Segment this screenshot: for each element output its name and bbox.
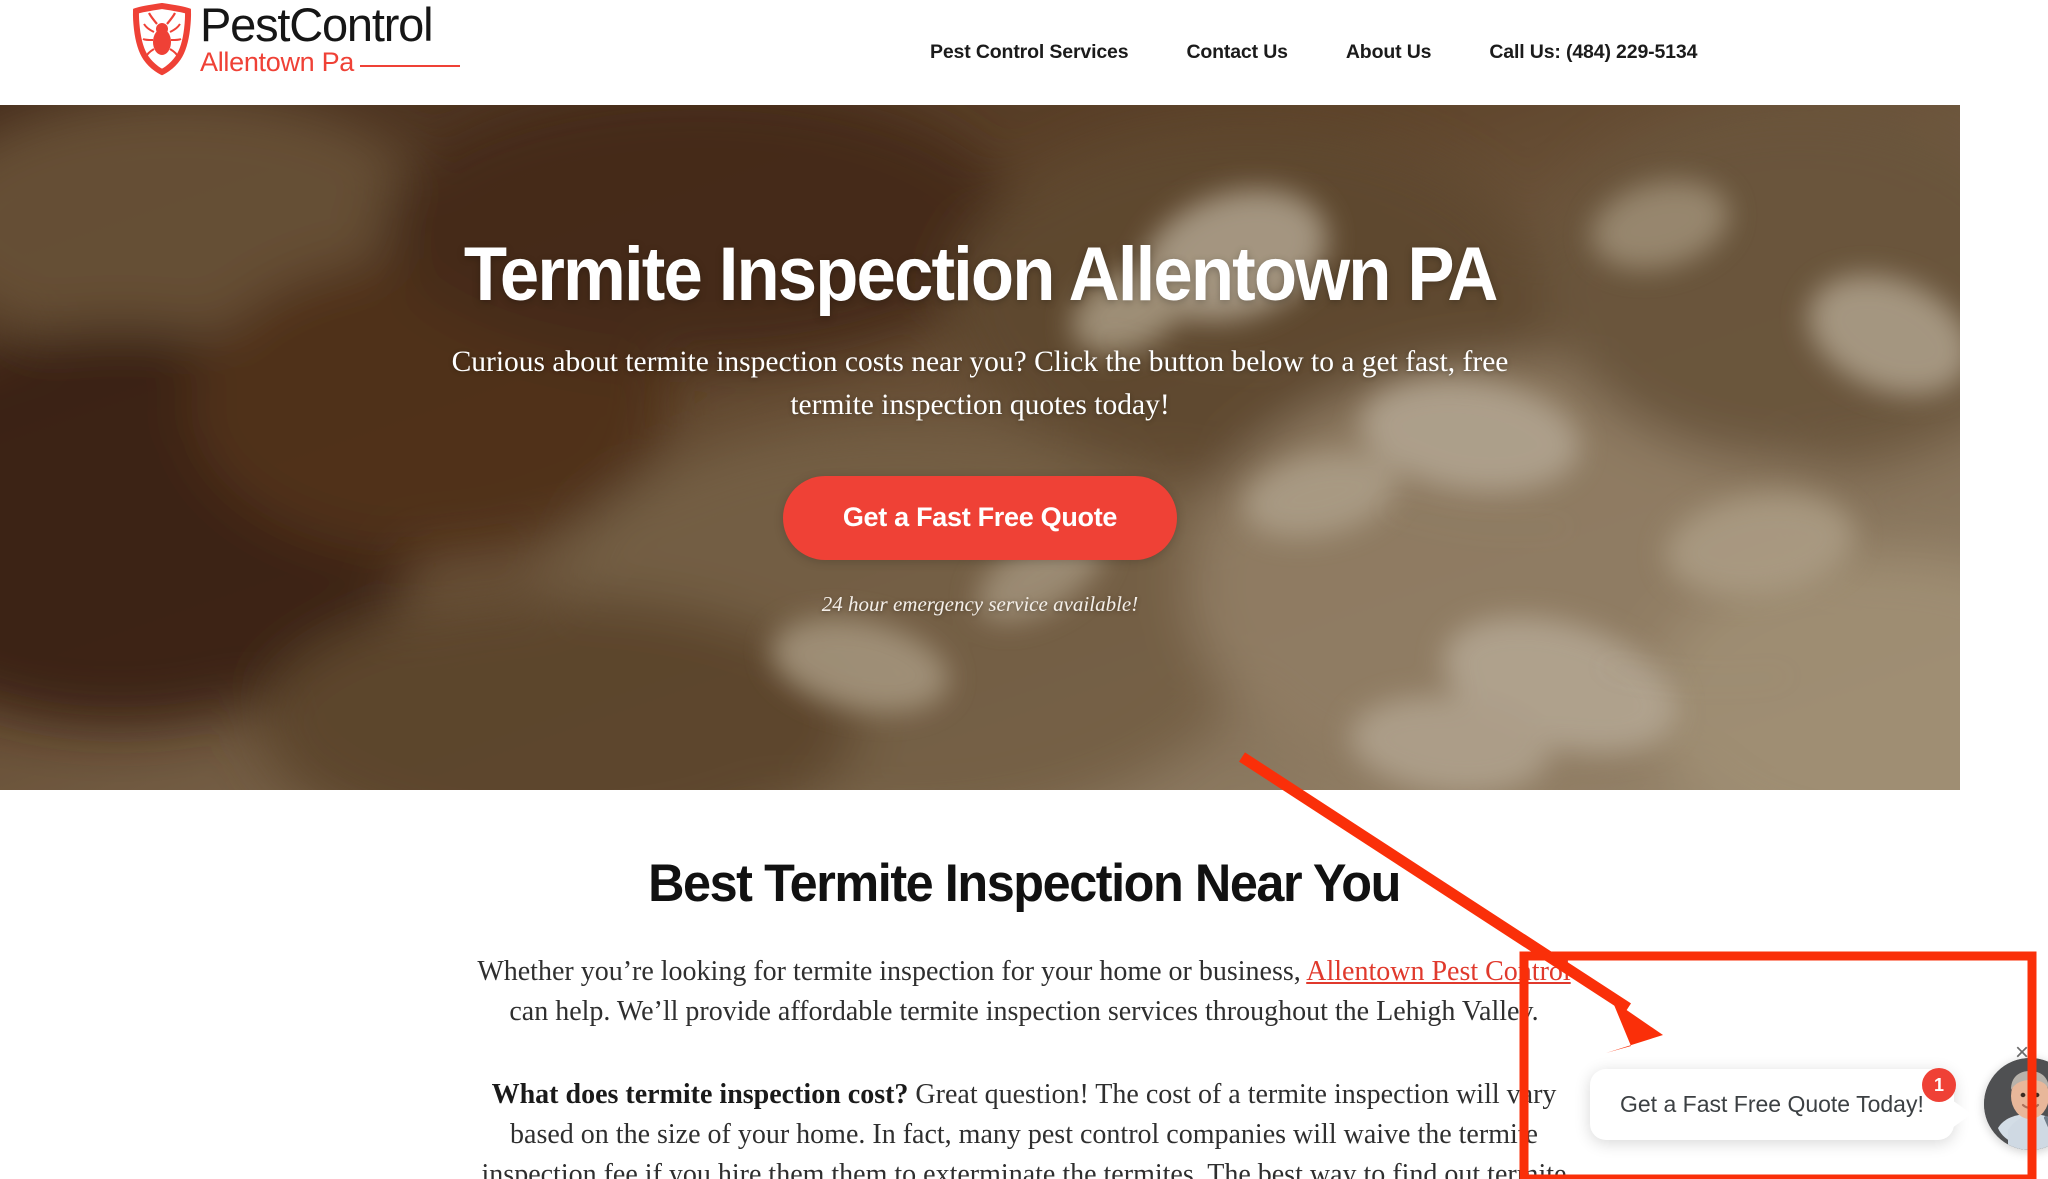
avatar[interactable] [1983, 1058, 2048, 1150]
hero-title: Termite Inspection Allentown PA [463, 232, 1499, 317]
logo-text-block: PestControl Allentown Pa [200, 0, 460, 78]
chat-widget[interactable]: Get a Fast Free Quote Today! [1590, 1058, 2048, 1150]
shield-bug-icon [130, 2, 194, 76]
hero-subtitle: Curious about termite inspection costs n… [451, 345, 1509, 422]
logo-rule [360, 65, 460, 68]
cost-paragraph: What does termite inspection cost? Great… [474, 1075, 1574, 1179]
hero-section: Termite Inspection Allentown PA Curious … [0, 105, 1960, 790]
site-header: PestControl Allentown Pa Pest Control Se… [0, 0, 2048, 105]
page-title: Best Termite Inspection Near You [648, 854, 1401, 913]
cost-question-lead: What does termite inspection cost? [491, 1078, 909, 1110]
chat-unread-badge: 1 [1922, 1068, 1956, 1102]
allentown-pest-control-link[interactable]: Allentown Pest Control [1306, 956, 1570, 987]
nav-item-pest-control-services[interactable]: Pest Control Services [930, 41, 1129, 64]
nav-item-call-us[interactable]: Call Us: (484) 229-5134 [1489, 41, 1697, 64]
intro-paragraph: Whether you’re looking for termite inspe… [474, 952, 1574, 1033]
main-navigation: Pest Control Services Contact Us About U… [930, 0, 1697, 105]
intro-text-before-link: Whether you’re looking for termite inspe… [477, 956, 1307, 987]
nav-item-contact-us[interactable]: Contact Us [1186, 41, 1288, 64]
chat-message-bubble[interactable]: Get a Fast Free Quote Today! [1590, 1068, 1972, 1140]
intro-text-after-link: can help. We’ll provide affordable termi… [509, 996, 1539, 1028]
nav-item-about-us[interactable]: About Us [1346, 41, 1432, 64]
logo-primary-text: PestControl [200, 0, 434, 51]
hero-emergency-note: 24 hour emergency service available! [821, 591, 1139, 616]
site-logo[interactable]: PestControl Allentown Pa [130, 0, 460, 78]
logo-secondary-text: Allentown Pa [200, 47, 354, 78]
get-fast-free-quote-button[interactable]: Get a Fast Free Quote [783, 475, 1177, 560]
close-icon[interactable]: × [2015, 1041, 2029, 1065]
